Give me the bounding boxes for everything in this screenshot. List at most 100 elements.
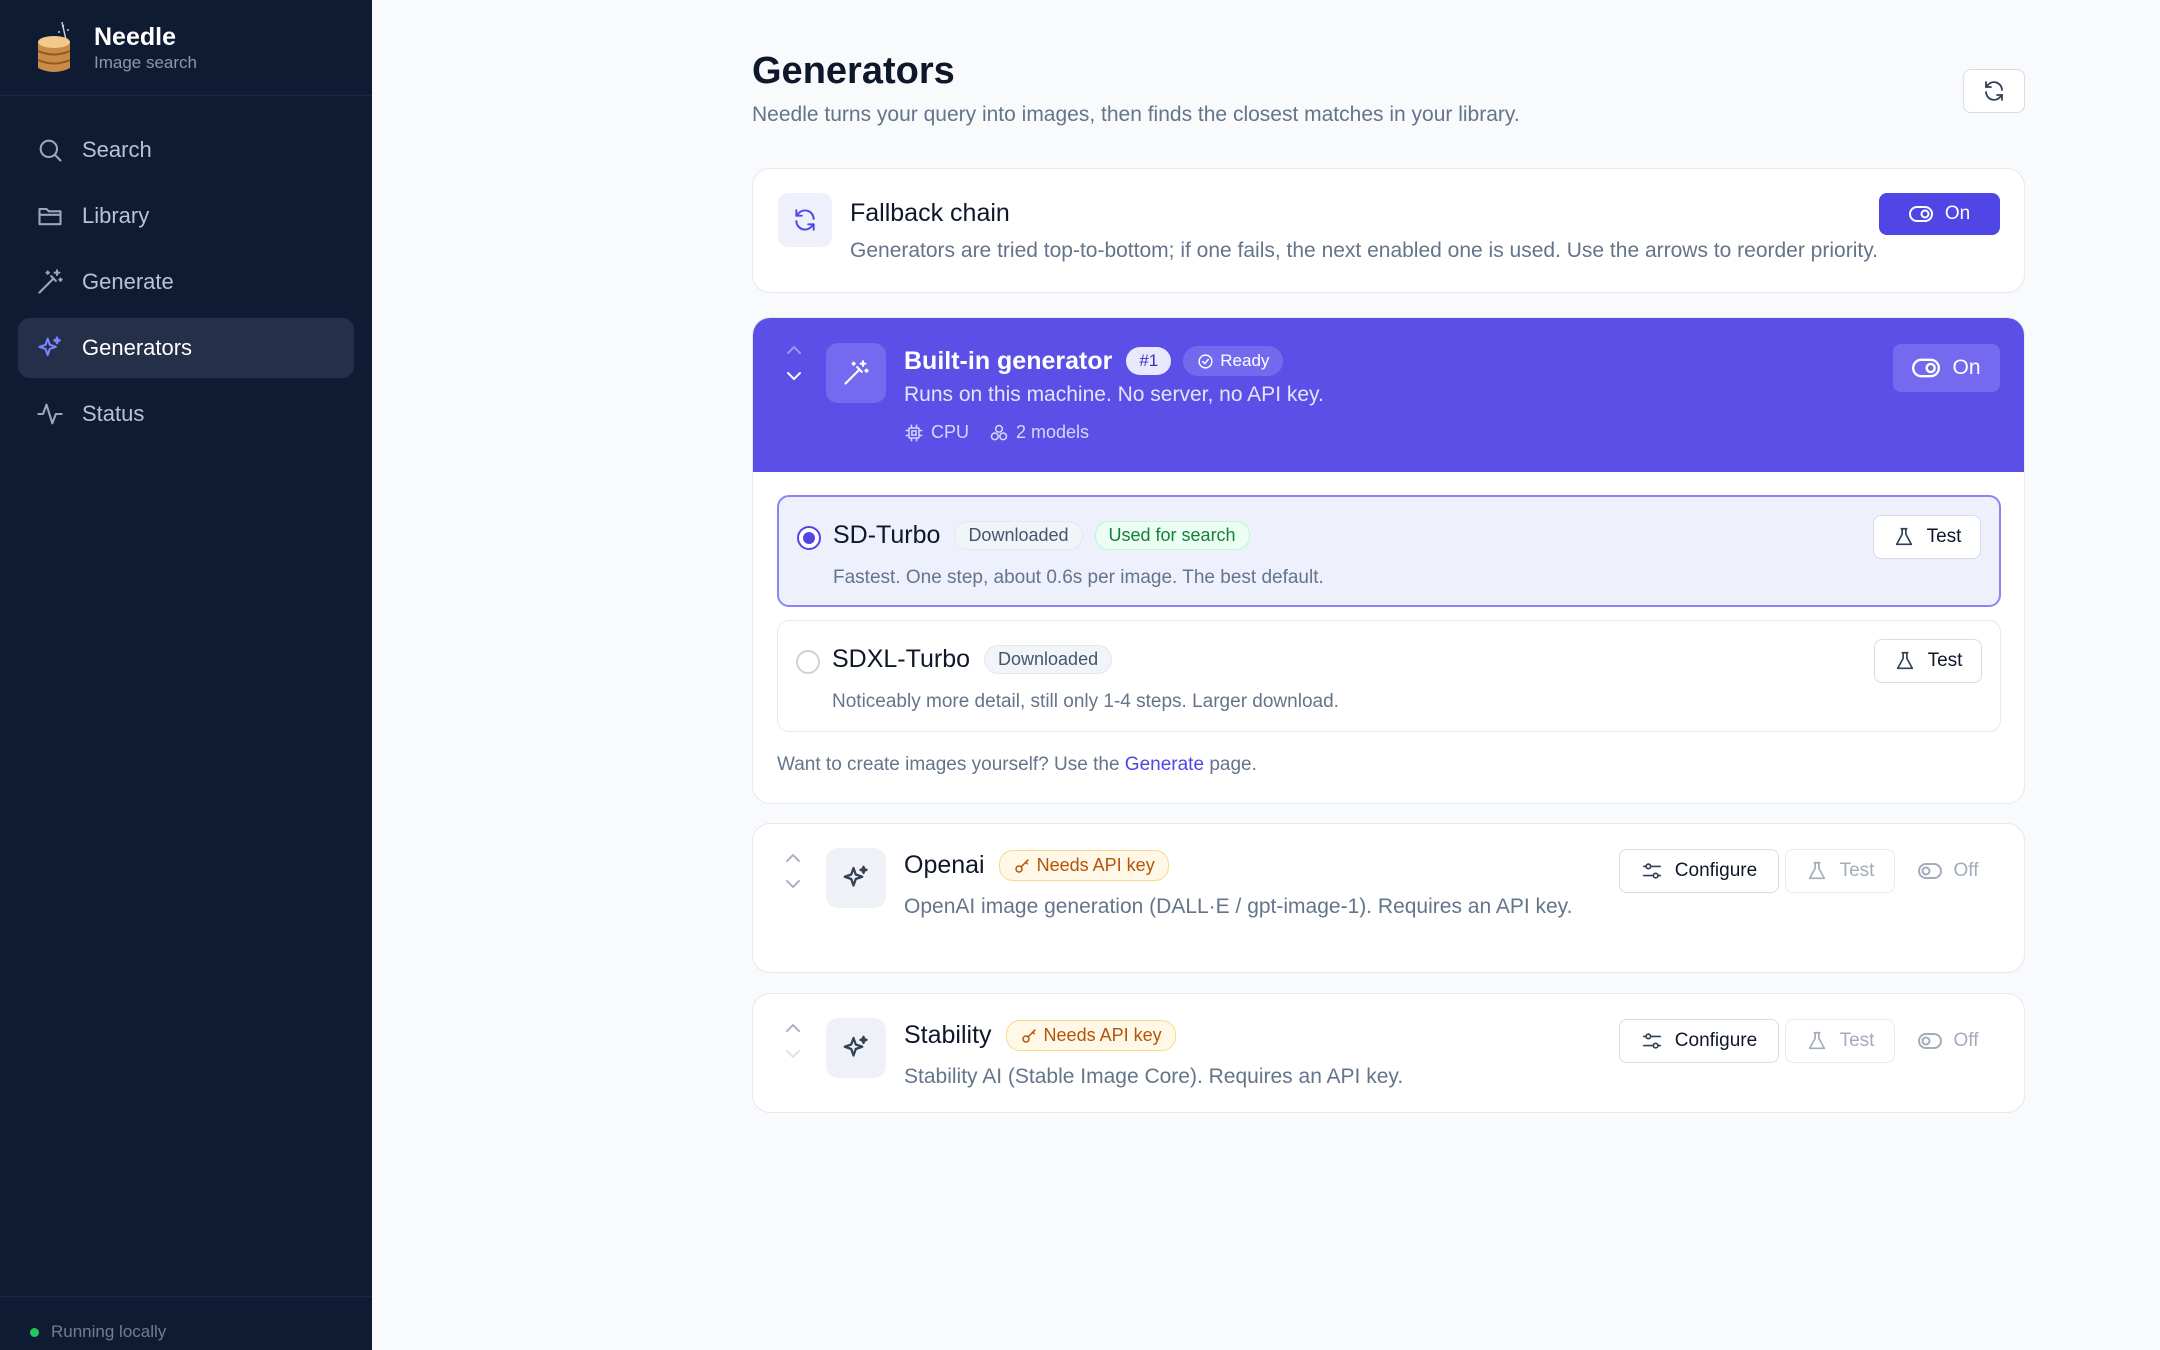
test-button[interactable]: Test <box>1785 849 1895 893</box>
sidebar-item-label: Library <box>82 203 150 228</box>
move-up-icon[interactable] <box>785 344 803 356</box>
provider-card-stability: Stability Needs API key Stability AI (St… <box>752 993 2025 1113</box>
footer-suffix: page. <box>1209 754 1257 775</box>
fallback-chain-card: Fallback chain Generators are tried top-… <box>752 168 2025 293</box>
provider-description: OpenAI image generation (DALL·E / gpt-im… <box>904 895 1573 918</box>
boxes-icon <box>990 424 1008 440</box>
model-head: SDXL-Turbo Downloaded <box>832 645 1124 674</box>
priority-arrows <box>785 344 803 382</box>
provider-toggle[interactable]: Off <box>1903 1019 1993 1063</box>
sidebar-item-label: Generators <box>82 335 193 360</box>
fallback-icon-box <box>778 193 832 247</box>
refresh-icon <box>795 209 815 231</box>
provider-icon-box <box>826 848 886 908</box>
model-radio[interactable] <box>797 526 821 550</box>
configure-button-label: Configure <box>1674 860 1758 881</box>
sliders-icon <box>1642 1033 1661 1049</box>
used-for-search-badge: Used for search <box>1094 521 1250 550</box>
sidebar-item-label: Generate <box>82 269 174 294</box>
configure-button[interactable]: Configure <box>1619 1019 1779 1063</box>
test-button-label: Test <box>1927 650 1963 671</box>
models-info: 2 models <box>989 422 1089 443</box>
magic-wand-icon <box>844 360 869 385</box>
builtin-generator-header: Built-in generator #1 Ready Runs on this… <box>753 318 2024 472</box>
toggle-off-icon <box>1917 863 1942 879</box>
test-button[interactable]: Test <box>1785 1019 1895 1063</box>
device-label: CPU <box>931 422 970 442</box>
model-radio[interactable] <box>796 650 820 674</box>
provider-name: Openai <box>904 851 985 879</box>
sparkles-icon <box>843 1035 868 1057</box>
configure-button-label: Configure <box>1674 1030 1758 1051</box>
device-info: CPU <box>904 422 969 443</box>
sidebar-divider <box>0 95 372 96</box>
sidebar-footer-divider <box>0 1296 372 1297</box>
brand[interactable]: Needle Image search <box>32 20 197 76</box>
fallback-title: Fallback chain <box>850 199 1010 227</box>
ready-badge: Ready <box>1183 346 1284 376</box>
key-icon <box>1014 858 1029 873</box>
brand-subtitle: Image search <box>94 53 197 72</box>
running-status: Running locally <box>30 1322 166 1342</box>
sidebar-item-search[interactable]: Search <box>18 120 354 180</box>
needs-api-key-badge: Needs API key <box>998 850 1169 881</box>
flask-icon <box>1895 527 1912 546</box>
builtin-icon-box <box>826 343 886 403</box>
configure-button[interactable]: Configure <box>1619 849 1779 893</box>
refresh-icon <box>1985 81 2003 101</box>
model-option-sd-turbo[interactable]: SD-Turbo Downloaded Used for search Fast… <box>777 495 2001 607</box>
sparkles-icon <box>843 865 868 887</box>
move-down-icon[interactable] <box>784 878 802 890</box>
move-down-icon[interactable] <box>784 1048 802 1060</box>
cpu-icon <box>905 424 923 441</box>
activity-icon <box>37 403 63 425</box>
priority-arrows <box>784 852 802 890</box>
provider-toggle-label: Off <box>1953 860 1979 881</box>
provider-title-row: Stability Needs API key <box>904 1020 1176 1051</box>
flask-icon <box>1808 1031 1825 1050</box>
sidebar-item-status[interactable]: Status <box>18 384 354 444</box>
flask-icon <box>1808 861 1825 880</box>
footer-prefix: Want to create images yourself? Use the <box>777 754 1120 775</box>
priority-arrows <box>784 1022 802 1060</box>
sidebar: Needle Image search Search Library Gener… <box>0 0 372 1350</box>
check-circle-icon <box>1198 353 1213 369</box>
brand-name: Needle <box>94 23 176 51</box>
test-button[interactable]: Test <box>1874 639 1982 683</box>
move-up-icon[interactable] <box>784 1022 802 1034</box>
sidebar-item-generators[interactable]: Generators <box>18 318 354 378</box>
model-name: SDXL-Turbo <box>832 645 971 673</box>
move-up-icon[interactable] <box>784 852 802 864</box>
sliders-icon <box>1642 863 1661 879</box>
test-button-label: Test <box>1839 860 1875 881</box>
key-icon <box>1021 1028 1036 1043</box>
test-button-label: Test <box>1839 1030 1875 1051</box>
fallback-toggle[interactable]: On <box>1879 193 2000 235</box>
refresh-button[interactable] <box>1963 69 2025 113</box>
provider-toggle[interactable]: Off <box>1903 849 1993 893</box>
sidebar-item-generate[interactable]: Generate <box>18 252 354 312</box>
search-icon <box>39 139 62 162</box>
sidebar-item-library[interactable]: Library <box>18 186 354 246</box>
page-subtitle: Needle turns your query into images, the… <box>752 103 1520 126</box>
builtin-title-row: Built-in generator #1 Ready <box>904 346 1284 376</box>
sidebar-nav: Search Library Generate Generators Statu… <box>18 120 354 450</box>
model-description: Noticeably more detail, still only 1-4 s… <box>832 691 1339 712</box>
model-head: SD-Turbo Downloaded Used for search <box>833 521 1250 550</box>
model-option-sdxl-turbo[interactable]: SDXL-Turbo Downloaded Noticeably more de… <box>777 620 2001 732</box>
fallback-description: Generators are tried top-to-bottom; if o… <box>850 239 1878 262</box>
page-title: Generators <box>752 50 955 92</box>
generate-link[interactable]: Generate <box>1125 754 1204 775</box>
sidebar-item-label: Search <box>82 137 152 162</box>
builtin-toggle-label: On <box>1952 356 1981 379</box>
needs-api-key-label: Needs API key <box>1036 855 1155 875</box>
status-dot <box>30 1327 39 1337</box>
builtin-toggle[interactable]: On <box>1893 344 2000 392</box>
move-down-icon[interactable] <box>785 370 803 382</box>
builtin-generator-card: Built-in generator #1 Ready Runs on this… <box>752 317 2025 804</box>
test-button[interactable]: Test <box>1873 515 1981 559</box>
magic-wand-icon <box>38 269 63 294</box>
provider-toggle-label: Off <box>1953 1030 1979 1051</box>
toggle-on-icon <box>1912 358 1941 378</box>
priority-badge: #1 <box>1126 347 1172 375</box>
